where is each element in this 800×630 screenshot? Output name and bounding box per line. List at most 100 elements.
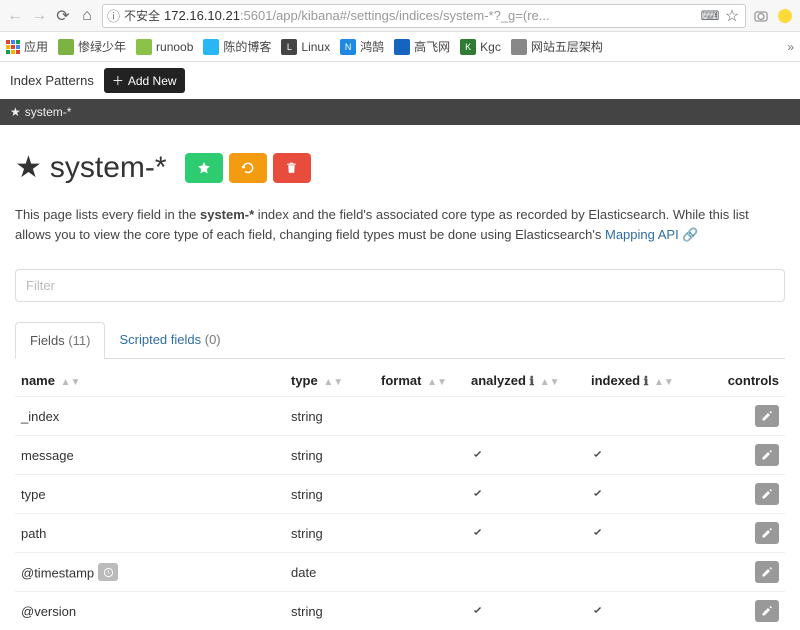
star-icon: ★ — [15, 150, 42, 185]
check-icon — [591, 449, 699, 461]
mapping-api-link[interactable]: Mapping API — [605, 227, 679, 242]
star-icon — [197, 161, 211, 175]
table-row: messagestring — [15, 436, 785, 475]
favicon — [136, 39, 152, 55]
favicon: L — [281, 39, 297, 55]
bookmark-item[interactable]: KKgc — [460, 39, 501, 55]
star-icon: ★ — [10, 105, 21, 119]
tab-fields[interactable]: Fields (11) — [15, 322, 105, 359]
refresh-icon — [241, 161, 255, 175]
page-topbar: Index Patterns ＋ Add New — [0, 62, 800, 99]
insecure-label: 不安全 — [124, 7, 160, 24]
field-name: @timestamp — [15, 553, 285, 592]
sort-icon: ▲▼ — [427, 377, 447, 388]
back-button[interactable]: ← — [6, 7, 24, 25]
check-icon — [591, 605, 699, 617]
trash-icon — [285, 161, 298, 175]
set-default-button[interactable] — [185, 153, 223, 183]
field-analyzed — [465, 514, 585, 553]
col-controls: controls — [705, 365, 785, 397]
favicon — [511, 39, 527, 55]
col-type[interactable]: type ▲▼ — [285, 365, 375, 397]
field-analyzed — [465, 475, 585, 514]
col-format[interactable]: format ▲▼ — [375, 365, 465, 397]
field-type: string — [285, 475, 375, 514]
breadcrumb-text: system-* — [25, 105, 72, 119]
field-indexed — [585, 436, 705, 475]
field-type: date — [285, 553, 375, 592]
sort-icon: ▲▼ — [323, 377, 343, 388]
table-row: pathstring — [15, 514, 785, 553]
bookmark-item[interactable]: N鸿鹄 — [340, 38, 384, 55]
field-controls — [705, 553, 785, 592]
external-link-icon: 🔗 — [682, 227, 698, 242]
col-analyzed[interactable]: analyzed ℹ ▲▼ — [465, 365, 585, 397]
field-analyzed — [465, 592, 585, 630]
url-text: 172.16.10.21:5601/app/kibana#/settings/i… — [164, 8, 697, 23]
favicon: K — [460, 39, 476, 55]
browser-toolbar: ← → ⟳ ⌂ ⓘ 不安全 172.16.10.21:5601/app/kiba… — [0, 0, 800, 32]
home-button[interactable]: ⌂ — [78, 7, 96, 25]
check-icon — [471, 605, 579, 617]
field-controls — [705, 475, 785, 514]
bookmark-item[interactable]: 网站五层架构 — [511, 38, 603, 55]
sort-icon: ▲▼ — [540, 377, 560, 388]
edit-button[interactable] — [755, 522, 779, 544]
bookmark-item[interactable]: 高飞网 — [394, 38, 450, 55]
info-icon: ⓘ — [107, 6, 120, 25]
field-controls — [705, 592, 785, 630]
table-row: typestring — [15, 475, 785, 514]
reload-button[interactable]: ⟳ — [54, 7, 72, 25]
col-indexed[interactable]: indexed ℹ ▲▼ — [585, 365, 705, 397]
url-bar[interactable]: ⓘ 不安全 172.16.10.21:5601/app/kibana#/sett… — [102, 4, 746, 28]
field-type: string — [285, 592, 375, 630]
title-row: ★ system-* — [15, 150, 785, 185]
field-format — [375, 475, 465, 514]
bookmark-item[interactable]: 惨绿少年 — [58, 38, 126, 55]
sort-icon: ▲▼ — [61, 377, 81, 388]
add-new-button[interactable]: ＋ Add New — [104, 68, 185, 93]
table-row: @versionstring — [15, 592, 785, 630]
field-indexed — [585, 397, 705, 436]
extension-icon[interactable] — [752, 7, 770, 25]
field-name: @version — [15, 592, 285, 630]
field-format — [375, 514, 465, 553]
field-indexed — [585, 592, 705, 630]
edit-button[interactable] — [755, 600, 779, 622]
edit-button[interactable] — [755, 561, 779, 583]
table-row: @timestampdate — [15, 553, 785, 592]
field-controls — [705, 397, 785, 436]
bookmark-item[interactable]: LLinux — [281, 39, 330, 55]
filter-input[interactable] — [15, 269, 785, 302]
bookmarks-overflow[interactable]: » — [787, 40, 794, 54]
refresh-button[interactable] — [229, 153, 267, 183]
edit-button[interactable] — [755, 444, 779, 466]
field-analyzed — [465, 397, 585, 436]
field-controls — [705, 436, 785, 475]
field-name: path — [15, 514, 285, 553]
translate-icon[interactable]: ⌨ — [701, 7, 719, 25]
tab-scripted-fields[interactable]: Scripted fields (0) — [105, 322, 234, 358]
bookmark-star-icon[interactable]: ☆ — [723, 7, 741, 25]
bookmark-item[interactable]: 陈的博客 — [203, 38, 271, 55]
profile-icon[interactable] — [776, 7, 794, 25]
field-controls — [705, 514, 785, 553]
edit-button[interactable] — [755, 405, 779, 427]
col-name[interactable]: name ▲▼ — [15, 365, 285, 397]
content: ★ system-* This page lists every field i… — [0, 125, 800, 630]
bookmark-item[interactable]: runoob — [136, 39, 193, 55]
field-indexed — [585, 553, 705, 592]
action-buttons — [185, 153, 311, 183]
delete-button[interactable] — [273, 153, 311, 183]
info-icon: ℹ — [644, 374, 649, 388]
field-indexed — [585, 475, 705, 514]
forward-button[interactable]: → — [30, 7, 48, 25]
breadcrumb: ★ system-* — [0, 99, 800, 125]
apps-button[interactable]: 应用 — [6, 38, 48, 55]
favicon — [394, 39, 410, 55]
field-type: string — [285, 397, 375, 436]
field-name: type — [15, 475, 285, 514]
edit-button[interactable] — [755, 483, 779, 505]
field-analyzed — [465, 553, 585, 592]
check-icon — [591, 488, 699, 500]
